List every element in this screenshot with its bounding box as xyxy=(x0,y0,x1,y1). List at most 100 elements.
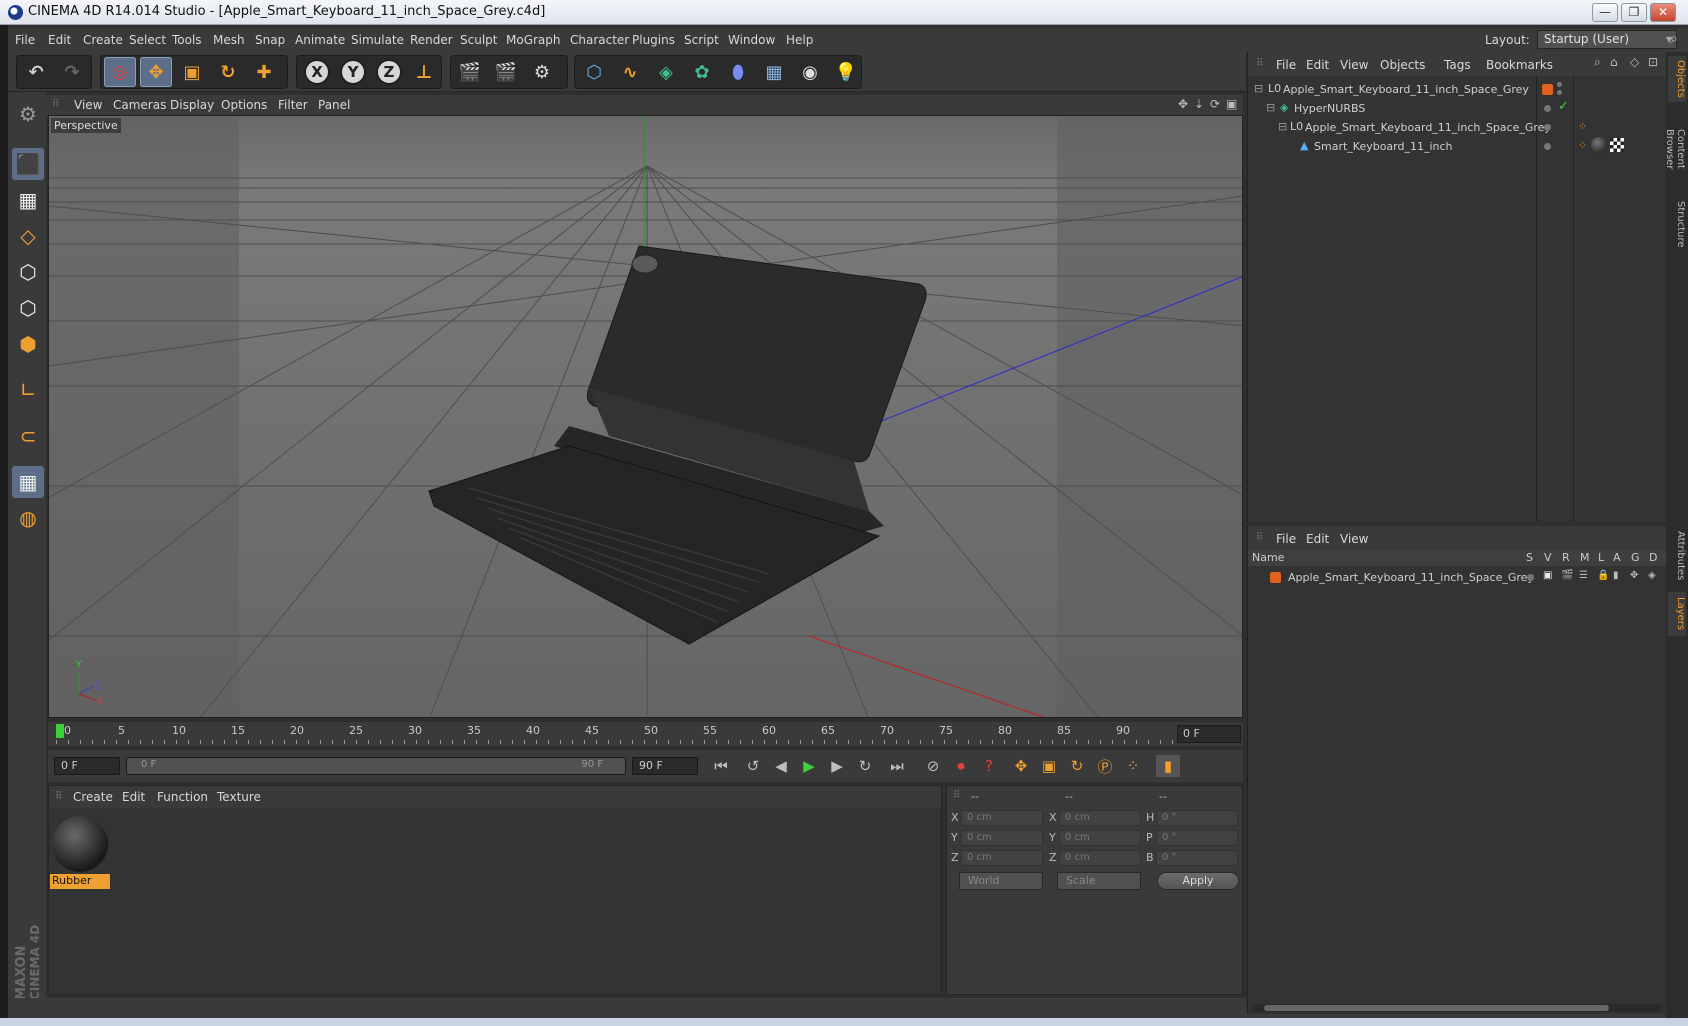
rotate-tool-icon[interactable]: ↻ xyxy=(212,57,244,87)
viewport-menu-panel[interactable]: Panel xyxy=(318,98,350,112)
layer-animation-icon[interactable]: ▮ xyxy=(1613,570,1619,581)
scrollbar-thumb[interactable] xyxy=(1264,1005,1609,1011)
render-dot[interactable] xyxy=(1557,90,1562,95)
light-icon[interactable]: 💡 xyxy=(830,57,862,87)
visibility-dot[interactable] xyxy=(1557,82,1562,87)
go-to-start-icon[interactable]: ⏮ xyxy=(709,755,733,777)
drag-handle-icon[interactable]: ⠿ xyxy=(953,790,960,801)
go-to-end-icon[interactable]: ⏭ xyxy=(885,755,909,777)
objects-menu-objects[interactable]: Objects xyxy=(1380,58,1425,72)
expand-icon[interactable]: ⊟ xyxy=(1266,101,1275,114)
axis-mode-icon[interactable]: ∟ xyxy=(12,374,44,406)
size-y-field[interactable]: 0 cm xyxy=(1059,830,1141,846)
record-keys-icon[interactable]: ⊘ xyxy=(921,755,945,777)
key-pla-icon[interactable]: ⁘ xyxy=(1121,755,1145,777)
next-frame-icon[interactable]: ▶ xyxy=(825,755,849,777)
object-row-root[interactable]: ⊟ L0 Apple_Smart_Keyboard_11_inch_Space_… xyxy=(1248,80,1666,100)
layer-row[interactable]: Apple_Smart_Keyboard_11_inch_Space_Grey … xyxy=(1248,568,1666,588)
points-mode-icon[interactable]: ⬡ xyxy=(12,256,44,288)
play-icon[interactable]: ▶ xyxy=(797,755,821,777)
current-frame-field[interactable]: 0 F xyxy=(1177,725,1241,743)
menu-mograph[interactable]: MoGraph xyxy=(506,33,561,47)
position-y-field[interactable]: 0 cm xyxy=(961,830,1043,846)
column-locked[interactable]: L xyxy=(1598,551,1604,564)
viewport-maximize-icon[interactable]: ▣ xyxy=(1226,97,1237,111)
horizontal-scrollbar[interactable] xyxy=(1252,1004,1662,1012)
objects-menu-edit[interactable]: Edit xyxy=(1306,58,1329,72)
frame-range-slider[interactable]: 0 F 90 F xyxy=(126,757,626,775)
material-menu-edit[interactable]: Edit xyxy=(122,790,145,804)
workplane-icon[interactable]: ◇ xyxy=(12,220,44,252)
menu-mesh[interactable]: Mesh xyxy=(213,33,245,47)
rotation-b-field[interactable]: 0 ° xyxy=(1156,850,1238,866)
viewport-menu-options[interactable]: Options xyxy=(221,98,267,112)
menu-file[interactable]: File xyxy=(15,33,35,47)
menu-select[interactable]: Select xyxy=(129,33,166,47)
key-scale-icon[interactable]: ▣ xyxy=(1037,755,1061,777)
coordinate-system-icon[interactable]: ⊥ xyxy=(408,57,440,87)
render-view-icon[interactable]: 🎬 xyxy=(454,57,486,87)
column-deformers[interactable]: D xyxy=(1649,551,1657,564)
tab-content-browser[interactable]: Content Browser xyxy=(1664,106,1686,192)
new-window-icon[interactable]: ⊡ xyxy=(1648,55,1658,69)
timeline-ruler[interactable]: 0 5 10 15 20 25 30 35 40 45 50 55 60 65 … xyxy=(48,722,1243,746)
tab-layers[interactable]: Layers xyxy=(1668,592,1686,636)
apply-button[interactable]: Apply xyxy=(1157,872,1239,890)
tab-attributes[interactable]: Attributes xyxy=(1668,526,1686,586)
spline-icon[interactable]: ∿ xyxy=(614,57,646,87)
column-animation[interactable]: A xyxy=(1613,551,1621,564)
previous-frame-icon[interactable]: ◀ xyxy=(769,755,793,777)
object-row-hypernurbs[interactable]: ⊟ ◈ HyperNURBS ✓ xyxy=(1248,99,1666,119)
tab-objects[interactable]: Objects xyxy=(1668,56,1686,102)
texture-mode-icon[interactable]: ▦ xyxy=(12,184,44,216)
add-tool-icon[interactable]: ✚ xyxy=(248,57,280,87)
menu-script[interactable]: Script xyxy=(684,33,719,47)
drag-handle-icon[interactable]: ⠿ xyxy=(1256,532,1263,543)
search-icon[interactable]: ⌕ xyxy=(1594,55,1601,70)
camera-icon[interactable]: ◉ xyxy=(794,57,826,87)
key-position-icon[interactable]: ✥ xyxy=(1009,755,1033,777)
menu-character[interactable]: Character xyxy=(570,33,629,47)
drag-handle-icon[interactable]: ⠿ xyxy=(1256,58,1263,69)
expand-icon[interactable]: ⊟ xyxy=(1254,82,1263,95)
menu-edit[interactable]: Edit xyxy=(48,33,71,47)
column-name[interactable]: Name xyxy=(1252,551,1284,564)
column-render[interactable]: R xyxy=(1562,551,1570,564)
viewport-menu-cameras[interactable]: Cameras xyxy=(113,98,166,112)
layout-select[interactable]: Startup (User) xyxy=(1537,30,1677,49)
viewport-zoom-icon[interactable]: ⇣ xyxy=(1194,97,1204,111)
menu-snap[interactable]: Snap xyxy=(255,33,285,47)
layer-generator-icon[interactable]: ✥ xyxy=(1630,570,1638,581)
layers-menu-file[interactable]: File xyxy=(1276,532,1296,546)
y-axis-lock-button[interactable]: Y xyxy=(340,59,366,85)
material-menu-create[interactable]: Create xyxy=(73,790,113,804)
layer-tag-icon[interactable]: ⁘ xyxy=(1578,120,1587,133)
array-icon[interactable]: ✿ xyxy=(686,57,718,87)
material-menu-texture[interactable]: Texture xyxy=(217,790,261,804)
playhead-marker[interactable] xyxy=(56,724,64,738)
rotation-h-field[interactable]: 0 ° xyxy=(1156,810,1238,826)
object-row-group[interactable]: ⊟ L0 Apple_Smart_Keyboard_11_inch_Space_… xyxy=(1248,118,1666,138)
objects-menu-bookmarks[interactable]: Bookmarks xyxy=(1486,58,1553,72)
objects-menu-tags[interactable]: Tags xyxy=(1444,58,1471,72)
z-axis-lock-button[interactable]: Z xyxy=(376,59,402,85)
layer-deformer-icon[interactable]: ◈ xyxy=(1648,570,1656,581)
menu-animate[interactable]: Animate xyxy=(295,33,345,47)
uvw-tag-icon[interactable] xyxy=(1610,138,1624,152)
timeline-window-icon[interactable]: ▮ xyxy=(1156,755,1180,777)
menu-sculpt[interactable]: Sculpt xyxy=(460,33,497,47)
previous-key-icon[interactable]: ↺ xyxy=(741,755,765,777)
autokey-icon[interactable]: ⏺ xyxy=(949,755,973,777)
object-row-mesh[interactable]: ▲ Smart_Keyboard_11_inch ⁘ xyxy=(1248,137,1666,157)
render-picture-viewer-icon[interactable]: 🎬 xyxy=(490,57,522,87)
key-rotation-icon[interactable]: ↻ xyxy=(1065,755,1089,777)
position-x-field[interactable]: 0 cm xyxy=(961,810,1043,826)
drag-handle-icon[interactable]: ⠿ xyxy=(52,99,59,110)
menu-help[interactable]: Help xyxy=(786,33,813,47)
live-selection-icon[interactable]: ◎ xyxy=(104,57,136,87)
position-z-field[interactable]: 0 cm xyxy=(961,850,1043,866)
make-editable-icon[interactable]: ⚙ xyxy=(12,98,44,130)
expand-icon[interactable]: ⊟ xyxy=(1278,120,1287,133)
layers-menu-edit[interactable]: Edit xyxy=(1306,532,1329,546)
layer-render-icon[interactable]: 🎬 xyxy=(1561,570,1573,581)
